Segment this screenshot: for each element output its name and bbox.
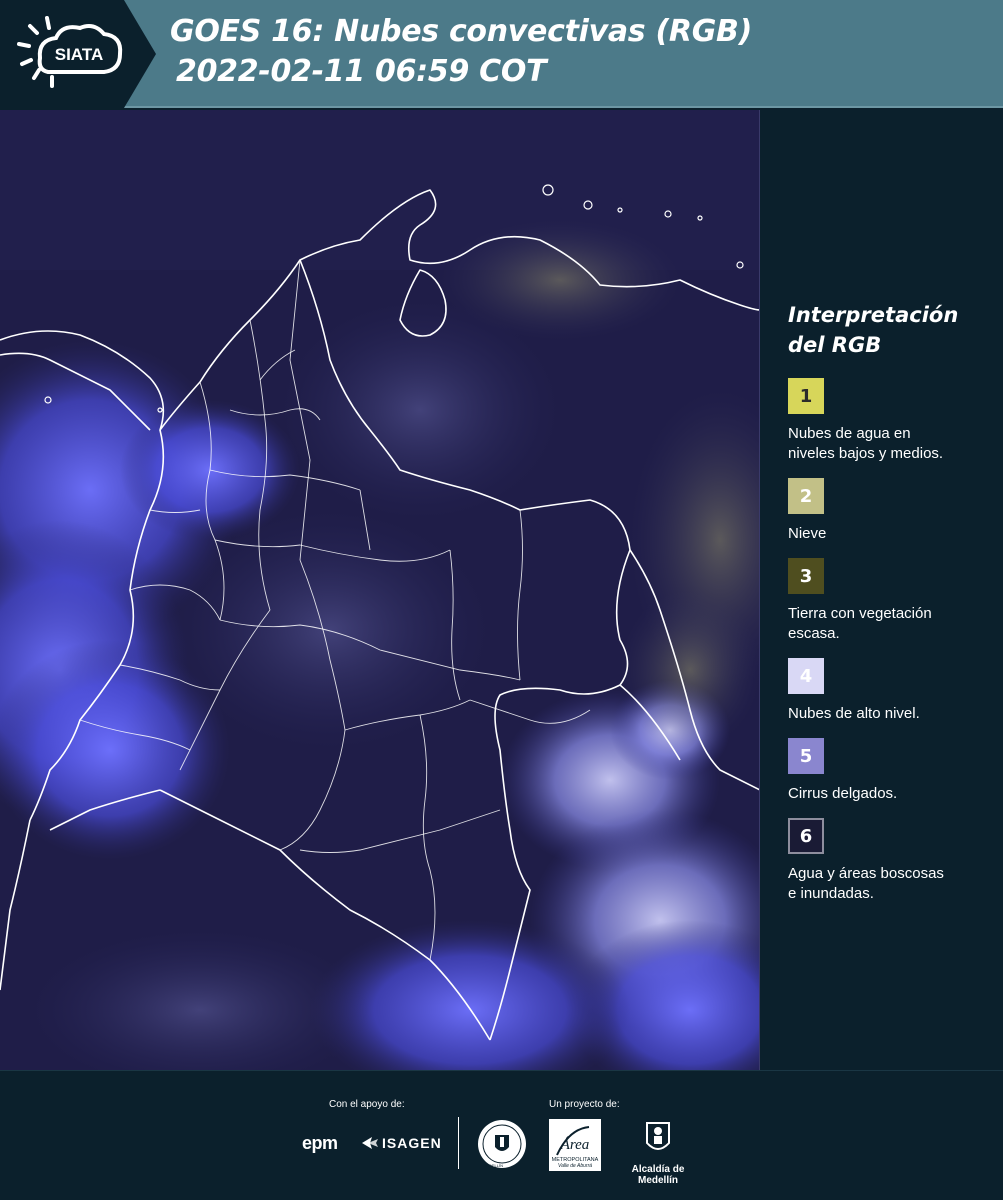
- legend-label-4: Nubes de alto nivel.: [788, 705, 920, 722]
- siata-logo: SIATA: [0, 0, 156, 108]
- legend-label-6: Agua y áreas boscosas e inundadas.: [788, 865, 944, 902]
- svg-text:Valle de Aburrá: Valle de Aburrá: [558, 1163, 592, 1169]
- alcaldia-logo: Alcaldía de Medellín: [613, 1119, 703, 1186]
- legend-title-line-2: del RGB: [788, 333, 882, 357]
- legend-label-5: Cirrus delgados.: [788, 785, 898, 802]
- legend-label-2: Nieve: [788, 525, 827, 542]
- title-line-2: 2022-02-11 06:59 COT: [176, 54, 547, 89]
- alcaldia-text: Alcaldía de Medellín: [631, 1164, 685, 1186]
- legend-swatch-4: 4: [788, 658, 824, 694]
- seal-text: MEDELLÍN: [483, 1163, 504, 1168]
- isagen-icon: [362, 1137, 378, 1149]
- header-bar: SIATA GOES 16: Nubes convectivas (RGB) 2…: [0, 0, 1003, 108]
- satellite-map: [0, 110, 760, 1070]
- legend-swatch-5: 5: [788, 738, 824, 774]
- legend-swatch-6: 6: [788, 818, 824, 854]
- footer: Con el apoyo de: Un proyecto de: epm ISA…: [0, 1070, 1003, 1200]
- page-title: GOES 16: Nubes convectivas (RGB) 2022-02…: [170, 12, 752, 92]
- legend-label-3: Tierra con vegetación escasa.: [788, 605, 932, 642]
- legend-swatch-2: 2: [788, 478, 824, 514]
- legend-title-line-1: Interpretación: [788, 303, 959, 327]
- legend-label-1: Nubes de agua en niveles bajos y medios.: [788, 425, 944, 462]
- legend-swatch-3: 3: [788, 558, 824, 594]
- legend-title: Interpretación del RGB: [788, 300, 988, 360]
- legend-swatch-1: 1: [788, 378, 824, 414]
- svg-text:Área: Área: [560, 1136, 590, 1153]
- legend-item-1: 1 Nubes de agua en niveles bajos y medio…: [788, 378, 988, 464]
- footer-divider: [458, 1117, 459, 1169]
- legend-item-6: 6 Agua y áreas boscosas e inundadas.: [788, 818, 988, 904]
- legend-item-5: 5 Cirrus delgados.: [788, 738, 988, 804]
- page: SIATA GOES 16: Nubes convectivas (RGB) 2…: [0, 0, 1003, 1200]
- epm-logo: epm: [302, 1133, 338, 1153]
- project-label: Un proyecto de:: [549, 1099, 620, 1110]
- isagen-text: ISAGEN: [382, 1135, 442, 1151]
- support-label: Con el apoyo de:: [329, 1099, 405, 1110]
- legend-item-3: 3 Tierra con vegetación escasa.: [788, 558, 988, 644]
- isagen-logo: ISAGEN: [362, 1135, 442, 1151]
- area-metropolitana-logo: Área METROPOLITANA Valle de Aburrá: [549, 1119, 601, 1171]
- logo-text: SIATA: [55, 45, 103, 64]
- coat-of-arms-icon: [646, 1122, 670, 1150]
- rgb-legend: Interpretación del RGB 1 Nubes de agua e…: [788, 300, 988, 918]
- legend-item-2: 2 Nieve: [788, 478, 988, 544]
- legend-item-4: 4 Nubes de alto nivel.: [788, 658, 988, 724]
- title-line-1: GOES 16: Nubes convectivas (RGB): [170, 14, 753, 49]
